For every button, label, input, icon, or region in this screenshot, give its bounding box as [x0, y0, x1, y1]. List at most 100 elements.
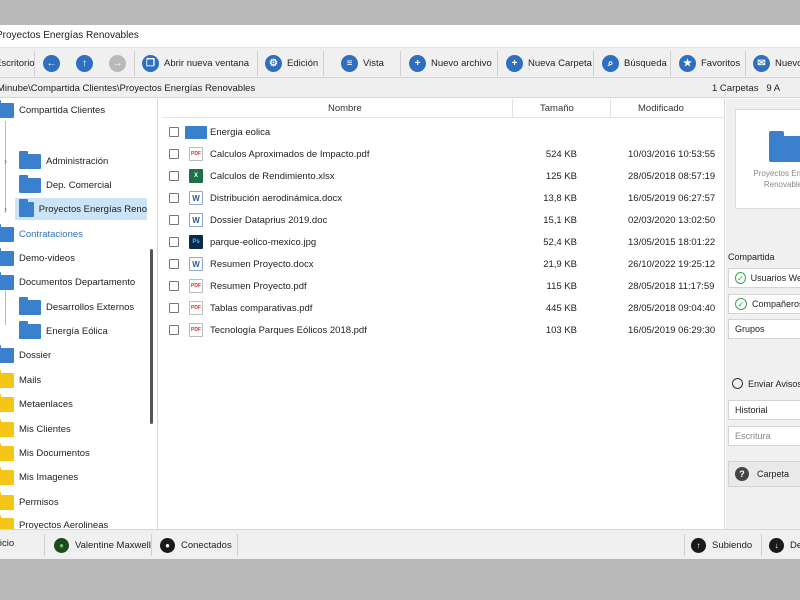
- chevron-right-icon[interactable]: ›: [4, 156, 7, 166]
- file-modified: 28/05/2018 11:17:59: [628, 281, 715, 292]
- status-bar: Inicio ● Valentine Maxwell ● Conectados ↑ S…: [0, 529, 800, 559]
- tree-vertical-scrollbar[interactable]: [150, 249, 153, 424]
- tree-item-metaenlaces[interactable]: Metaenlaces: [0, 393, 73, 415]
- table-row[interactable]: PDF Resumen Proyecto.pdf 115 KB 28/05/2018 …: [162, 275, 725, 297]
- tree-item-compartida-clientes[interactable]: Compartida Clientes: [0, 99, 105, 121]
- doc-file-icon: W: [189, 257, 203, 271]
- file-modified: 13/05/2015 18:01:22: [628, 237, 716, 248]
- up-button[interactable]: ↑: [76, 52, 98, 75]
- details-panel: Proyectos Energ Renovable Compartida ✓ Usu…: [726, 99, 800, 529]
- tree-item-demo-videos[interactable]: Demo-videos: [0, 247, 75, 269]
- pdf-file-icon: PDF: [189, 323, 203, 337]
- table-row[interactable]: W Distribución aerodinámica.docx 13,8 KB 16…: [162, 187, 725, 209]
- tree-item-dossier[interactable]: Dossier: [0, 344, 51, 366]
- tree-item-documentos-departamento[interactable]: Documentos Departamento: [0, 271, 135, 293]
- column-header-size[interactable]: Tamaño: [540, 103, 574, 114]
- new-file-button[interactable]: + Nuevo archivo: [409, 52, 492, 75]
- preview-title-line: Renovable: [763, 180, 800, 189]
- tree-item-permisos[interactable]: Permisos: [0, 491, 59, 513]
- folder-icon: [0, 466, 14, 485]
- file-size: 15,1 KB: [543, 215, 577, 226]
- tree-item-label: Dossier: [19, 349, 52, 361]
- folder-icon: [0, 369, 14, 388]
- desktop-button[interactable]: Escritorio: [0, 52, 35, 75]
- send-alerts-option[interactable]: Enviar Avisos: [732, 378, 800, 389]
- folder-help-button[interactable]: ? Carpeta: [728, 461, 800, 487]
- row-checkbox[interactable]: [169, 193, 179, 203]
- uploading-button[interactable]: ↑ Subiendo: [691, 538, 752, 553]
- write-option[interactable]: Escritura: [728, 426, 800, 446]
- doc-file-icon: W: [189, 213, 203, 227]
- row-checkbox[interactable]: [169, 237, 179, 247]
- colleagues-option[interactable]: ✓ Compañeros: [728, 294, 800, 314]
- tree-item-contrataciones[interactable]: Contrataciones: [0, 223, 83, 245]
- file-modified: 16/05/2019 06:29:30: [628, 325, 716, 336]
- toolbar-divider: [670, 51, 671, 76]
- tree-item-mis-clientes[interactable]: Mis Clientes: [0, 418, 71, 440]
- toolbar-divider: [593, 51, 594, 76]
- row-checkbox[interactable]: [169, 303, 179, 313]
- folder-icon: [19, 198, 34, 217]
- web-users-option[interactable]: ✓ Usuarios Web: [728, 268, 800, 288]
- new-folder-label: Nueva Carpeta: [528, 58, 592, 69]
- row-checkbox[interactable]: [169, 127, 179, 137]
- plus-icon: +: [409, 55, 426, 72]
- table-row[interactable]: W Resumen Proyecto.docx 21,9 KB 26/10/2022 …: [162, 253, 725, 275]
- connected-button[interactable]: ● Conectados: [160, 538, 232, 553]
- row-checkbox[interactable]: [169, 171, 179, 181]
- tree-item-mis-documentos[interactable]: Mis Documentos: [0, 442, 90, 464]
- table-row[interactable]: W Dossier Dataprius 2019.doc 15,1 KB 02/03/…: [162, 209, 725, 231]
- groups-option[interactable]: Grupos: [728, 319, 800, 339]
- tree-item-proyectos-energias[interactable]: Proyectos Energías Reno: [15, 198, 147, 220]
- edit-button[interactable]: ⚙ Edición: [265, 52, 318, 75]
- download-icon: ↓: [769, 538, 784, 553]
- folder-icon: [0, 344, 14, 363]
- tree-item-mails[interactable]: Mails: [0, 369, 41, 391]
- row-checkbox[interactable]: [169, 325, 179, 335]
- column-header-modified[interactable]: Modificado: [638, 103, 684, 114]
- folder-icon: [0, 271, 14, 290]
- folder-icon: [19, 320, 41, 339]
- view-button[interactable]: ≡ Vista: [341, 52, 384, 75]
- back-button[interactable]: ←: [43, 52, 65, 75]
- downloading-button[interactable]: ↓ De: [769, 538, 800, 553]
- tree-item-proyectos-aerolineas[interactable]: Proyectos Aerolineas: [0, 514, 108, 529]
- column-header-name[interactable]: Nombre: [328, 103, 362, 114]
- toolbar-divider: [497, 51, 498, 76]
- new-message-button[interactable]: ✉ Nuevo: [753, 52, 800, 75]
- uploading-label: Subiendo: [712, 540, 753, 551]
- new-folder-button[interactable]: + Nueva Carpeta: [506, 52, 592, 75]
- table-row[interactable]: Energia eolica: [162, 121, 725, 143]
- statusbar-divider: [44, 534, 45, 556]
- user-button[interactable]: ● Valentine Maxwell: [54, 538, 151, 553]
- history-option[interactable]: Historial: [728, 400, 800, 420]
- table-row[interactable]: PDF Tecnología Parques Eólicos 2018.pdf 10…: [162, 319, 725, 341]
- tree-item-label: Demo-videos: [19, 252, 75, 264]
- folder-icon: [769, 131, 800, 162]
- forward-button[interactable]: →: [109, 52, 131, 75]
- tree-item-dep-comercial[interactable]: Dep. Comercial: [19, 174, 111, 196]
- tree-item-desarrollos-externos[interactable]: Desarrollos Externos: [19, 296, 134, 318]
- chevron-right-icon[interactable]: ›: [4, 204, 7, 214]
- tree-item-administracion[interactable]: Administración: [19, 150, 108, 172]
- table-row[interactable]: PDF Tablas comparativas.pdf 445 KB 28/05/20…: [162, 297, 725, 319]
- start-label: Inicio: [0, 538, 15, 549]
- row-checkbox[interactable]: [169, 149, 179, 159]
- row-checkbox[interactable]: [169, 281, 179, 291]
- tree-item-mis-imagenes[interactable]: Mis Imagenes: [0, 466, 78, 488]
- groups-label: Grupos: [735, 324, 765, 334]
- tree-item-energia-eolica[interactable]: Energía Eólica: [19, 320, 108, 342]
- row-checkbox[interactable]: [169, 215, 179, 225]
- table-row[interactable]: PDF Calculos Aproximados de Impacto.pdf 52…: [162, 143, 725, 165]
- table-row[interactable]: X Calculos de Rendimiento.xlsx 125 KB 28/05…: [162, 165, 725, 187]
- search-button[interactable]: ⌕ Búsqueda: [602, 52, 667, 75]
- breadcrumb-path[interactable]: Minube\Compartida Clientes\Proyectos Ene…: [0, 83, 255, 94]
- start-button[interactable]: Inicio: [0, 538, 14, 549]
- table-row[interactable]: Ps parque-eolico-mexico.jpg 52,4 KB 13/05/2…: [162, 231, 725, 253]
- row-checkbox[interactable]: [169, 259, 179, 269]
- file-size: 115 KB: [546, 281, 577, 292]
- open-new-window-button[interactable]: ❐ Abrir nueva ventana: [142, 52, 249, 75]
- favorites-button[interactable]: ★ Favoritos: [679, 52, 740, 75]
- xls-file-icon: X: [189, 169, 203, 183]
- statusbar-divider: [237, 534, 238, 556]
